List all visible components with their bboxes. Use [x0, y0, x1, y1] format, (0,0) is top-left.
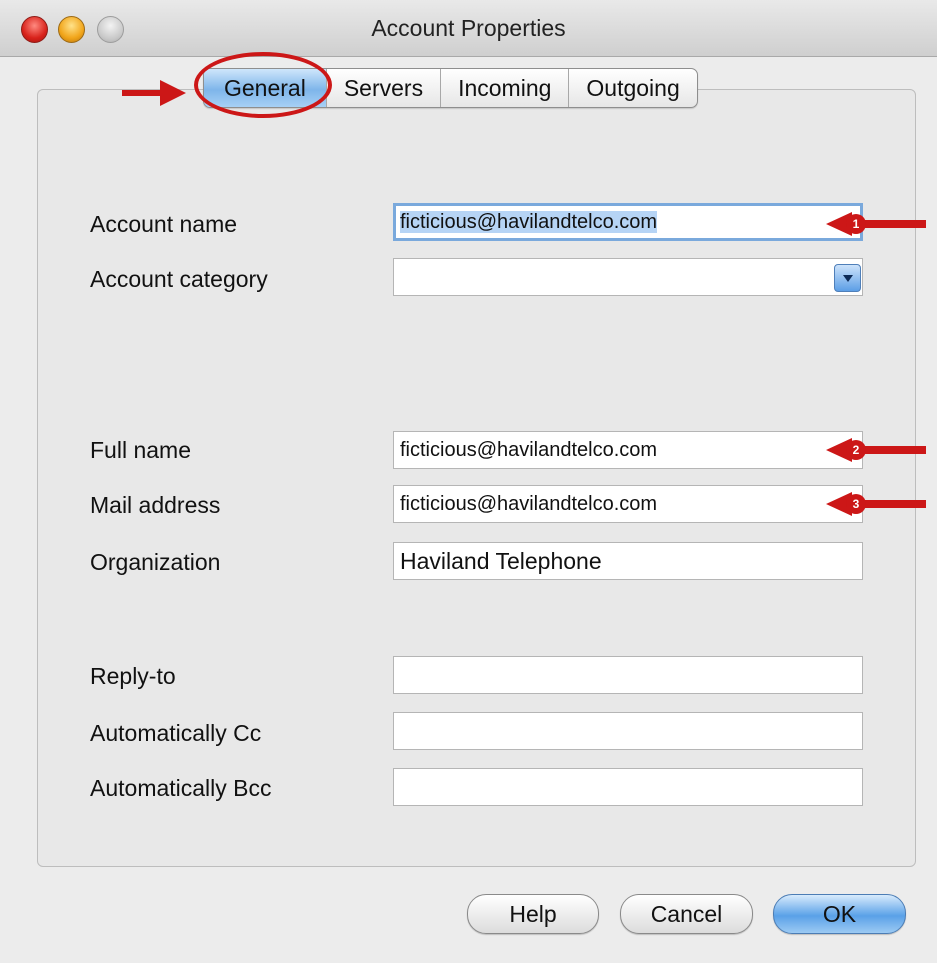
- automatically-cc-label: Automatically Cc: [90, 720, 262, 746]
- account-category-label: Account category: [90, 266, 268, 292]
- annotation-arrow-tab: [122, 80, 186, 106]
- full-name-label: Full name: [90, 437, 191, 463]
- automatically-bcc-input[interactable]: [393, 768, 863, 806]
- annotation-badge-1: 1: [846, 214, 866, 234]
- annotation-arrow-1: [826, 212, 926, 236]
- help-button[interactable]: Help: [467, 894, 599, 934]
- annotation-arrow-2: [826, 438, 926, 462]
- reply-to-input[interactable]: [393, 656, 863, 694]
- tab-incoming[interactable]: Incoming: [440, 69, 568, 107]
- account-name-input[interactable]: ficticious@havilandtelco.com: [393, 203, 863, 241]
- full-name-value: ficticious@havilandtelco.com: [400, 439, 658, 461]
- mail-address-input[interactable]: ficticious@havilandtelco.com: [393, 485, 863, 523]
- cancel-button[interactable]: Cancel: [620, 894, 753, 934]
- annotation-badge-2: 2: [846, 440, 866, 460]
- organization-input[interactable]: Haviland Telephone: [393, 542, 863, 580]
- mail-address-label: Mail address: [90, 492, 221, 518]
- full-name-input[interactable]: ficticious@havilandtelco.com: [393, 431, 863, 469]
- account-category-select[interactable]: [393, 258, 863, 296]
- mail-address-value: ficticious@havilandtelco.com: [400, 493, 658, 515]
- organization-label: Organization: [90, 549, 221, 575]
- annotation-circle: [194, 52, 332, 118]
- automatically-cc-input[interactable]: [393, 712, 863, 750]
- tab-servers[interactable]: Servers: [325, 69, 440, 107]
- ok-button[interactable]: OK: [773, 894, 906, 934]
- annotation-arrow-3: [826, 492, 926, 516]
- reply-to-label: Reply-to: [90, 663, 176, 689]
- account-name-value: ficticious@havilandtelco.com: [400, 211, 658, 233]
- tab-outgoing[interactable]: Outgoing: [568, 69, 696, 107]
- account-name-label: Account name: [90, 211, 238, 237]
- organization-value: Haviland Telephone: [400, 548, 602, 574]
- title-bar: Account Properties: [0, 0, 937, 57]
- window-title: Account Properties: [371, 15, 566, 41]
- chevron-down-icon[interactable]: [834, 264, 861, 292]
- annotation-badge-3: 3: [846, 494, 866, 514]
- automatically-bcc-label: Automatically Bcc: [90, 775, 272, 801]
